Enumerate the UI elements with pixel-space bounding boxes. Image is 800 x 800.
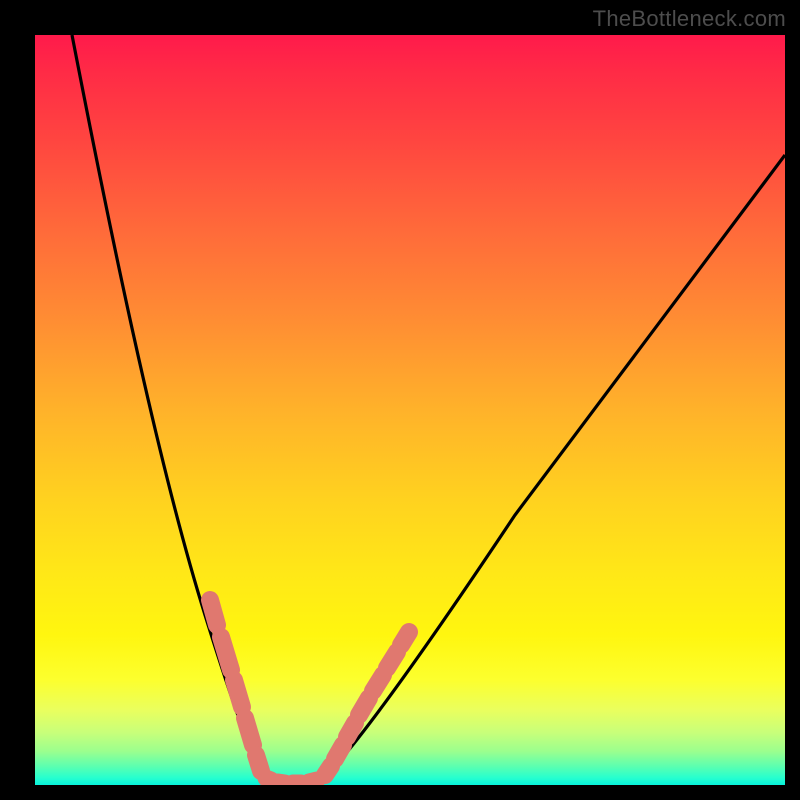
markers-right (325, 632, 409, 775)
watermark-text: TheBottleneck.com (593, 6, 786, 32)
curve-path (72, 35, 785, 784)
markers-left (210, 600, 261, 771)
plot-area (35, 35, 785, 785)
markers-bottom (266, 778, 317, 783)
chart-frame: TheBottleneck.com (0, 0, 800, 800)
bottleneck-curve (35, 35, 785, 785)
